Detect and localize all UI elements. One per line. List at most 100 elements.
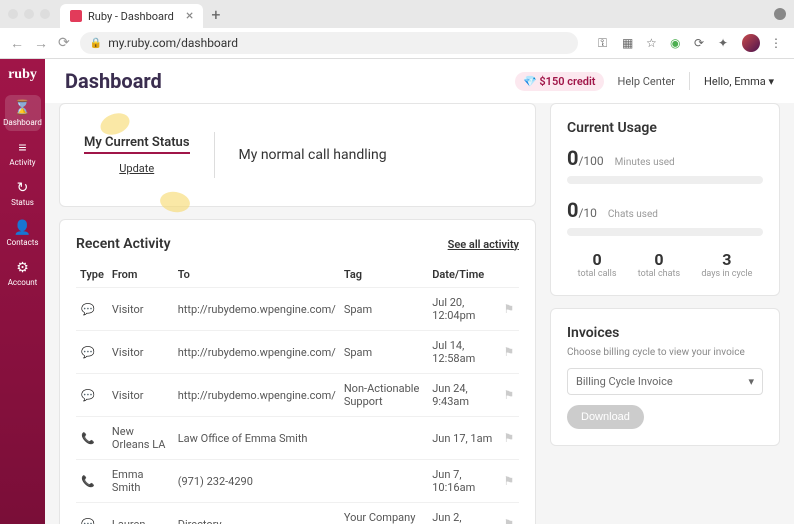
menu-icon[interactable]: ⋮ [770,36,784,50]
flag-icon[interactable]: ⚑ [504,474,515,488]
cell-tag [340,417,428,460]
sidebar-item-dashboard[interactable]: ⌛ Dashboard [5,95,41,131]
table-row[interactable]: 💬 Lauren Directory Your Company Calling … [76,503,519,524]
cell-date: Jun 7, 10:16am [428,460,499,503]
flag-icon[interactable]: ⚑ [504,302,515,316]
cell-tag [340,460,428,503]
see-all-activity-link[interactable]: See all activity [448,238,519,251]
cell-date: Jun 17, 1am [428,417,499,460]
window-close[interactable] [8,9,18,19]
back-button[interactable]: ← [10,35,24,52]
table-row[interactable]: 💬 Visitor http://rubydemo.wpengine.com/ … [76,288,519,331]
status-card: My Current Status Update My normal call … [59,103,536,207]
star-icon[interactable]: ☆ [646,36,660,50]
billing-cycle-select[interactable]: Billing Cycle Invoice ▾ [567,368,763,395]
call-icon: 📞 [80,473,96,489]
new-tab-button[interactable]: + [211,5,220,24]
status-icon: ↻ [17,180,29,196]
contacts-icon: 👤 [14,220,31,236]
sidebar-item-account[interactable]: ⚙ Account [5,255,41,291]
cell-to: Directory [174,503,340,524]
minutes-label: Minutes used [615,157,675,168]
status-title: My Current Status [84,135,190,154]
credit-badge[interactable]: 💎 $150 credit [515,72,604,91]
invoices-title: Invoices [567,325,763,341]
favicon [70,10,82,22]
help-center-link[interactable]: Help Center [618,75,676,88]
flag-icon[interactable]: ⚑ [504,431,515,445]
sidebar-item-activity[interactable]: ≡ Activity [5,135,41,171]
col-from: From [108,262,174,288]
extension-icon[interactable]: ◉ [670,36,684,50]
stat-num: 0 [638,250,680,269]
table-row[interactable]: 📞 New Orleans LA Law Office of Emma Smit… [76,417,519,460]
cell-from: Visitor [108,288,174,331]
user-dropdown[interactable]: Hello, Emma ▾ [704,75,774,88]
window-minimize[interactable] [24,9,34,19]
url-bar: ← → ⟳ 🔒 my.ruby.com/dashboard ⚿ ▦ ☆ ◉ ⟳ … [0,28,794,58]
forward-button[interactable]: → [34,35,48,52]
chevron-down-icon: ▾ [748,375,754,388]
cell-tag: Non-Actionable Support [340,374,428,417]
divider [214,132,215,178]
activity-card: Recent Activity See all activity Type Fr… [59,219,536,524]
puzzle-icon[interactable]: ✦ [718,36,732,50]
extensions-menu-icon[interactable]: ⟳ [694,36,708,50]
table-row[interactable]: 💬 Visitor http://rubydemo.wpengine.com/ … [76,331,519,374]
window-maximize[interactable] [40,9,50,19]
chats-label: Chats used [608,209,658,220]
chats-used: 0 [567,198,578,222]
sidebar-label: Status [11,198,34,207]
call-icon: 📞 [80,430,96,446]
cell-to: (971) 232-4290 [174,460,340,503]
chats-total: /10 [578,206,596,220]
close-tab-icon[interactable]: × [186,8,193,24]
stat-label: days in cycle [701,269,752,279]
col-flag [500,262,520,288]
browser-tab[interactable]: Ruby - Dashboard × [60,4,203,28]
select-label: Billing Cycle Invoice [576,375,673,388]
col-type: Type [76,262,108,288]
stat-num: 3 [701,250,752,269]
sidebar-item-status[interactable]: ↻ Status [5,175,41,211]
flag-icon[interactable]: ⚑ [504,345,515,359]
stat: 0total chats [638,250,680,279]
page-title: Dashboard [65,69,515,93]
url-input[interactable]: 🔒 my.ruby.com/dashboard [80,32,578,54]
profile-avatar[interactable] [742,34,760,52]
cell-from: New Orleans LA [108,417,174,460]
cell-to: http://rubydemo.wpengine.com/ [174,288,340,331]
cell-to: Law Office of Emma Smith [174,417,340,460]
minutes-used: 0 [567,146,578,170]
minutes-bar [567,176,763,184]
decoration [158,190,191,215]
cell-date: Jul 14, 12:58am [428,331,499,374]
update-link[interactable]: Update [84,162,190,175]
stat: 0total calls [578,250,617,279]
sidebar-label: Contacts [6,238,38,247]
sidebar-item-contacts[interactable]: 👤 Contacts [5,215,41,251]
browser-tab-bar: Ruby - Dashboard × + [0,0,794,28]
qr-icon[interactable]: ▦ [622,36,636,50]
cell-tag: Spam [340,288,428,331]
chat-icon: 💬 [80,387,96,403]
key-icon[interactable]: ⚿ [598,36,612,50]
stat-num: 0 [578,250,617,269]
download-button[interactable]: Download [567,405,644,429]
table-row[interactable]: 💬 Visitor http://rubydemo.wpengine.com/ … [76,374,519,417]
activity-icon: ≡ [18,139,26,156]
chats-bar [567,228,763,236]
col-date: Date/Time [428,262,499,288]
sidebar-label: Activity [9,158,35,167]
flag-icon[interactable]: ⚑ [504,388,515,402]
cell-from: Visitor [108,331,174,374]
close-window-icon[interactable] [774,8,786,20]
table-row[interactable]: 📞 Emma Smith (971) 232-4290 Jun 7, 10:16… [76,460,519,503]
stat-label: total calls [578,269,617,279]
url-text: my.ruby.com/dashboard [108,36,568,50]
reload-button[interactable]: ⟳ [58,35,70,51]
logo: ruby [8,67,37,83]
activity-title: Recent Activity [76,236,171,252]
cell-date: Jun 2, 11:07am [428,503,499,524]
sidebar-label: Account [8,278,38,287]
